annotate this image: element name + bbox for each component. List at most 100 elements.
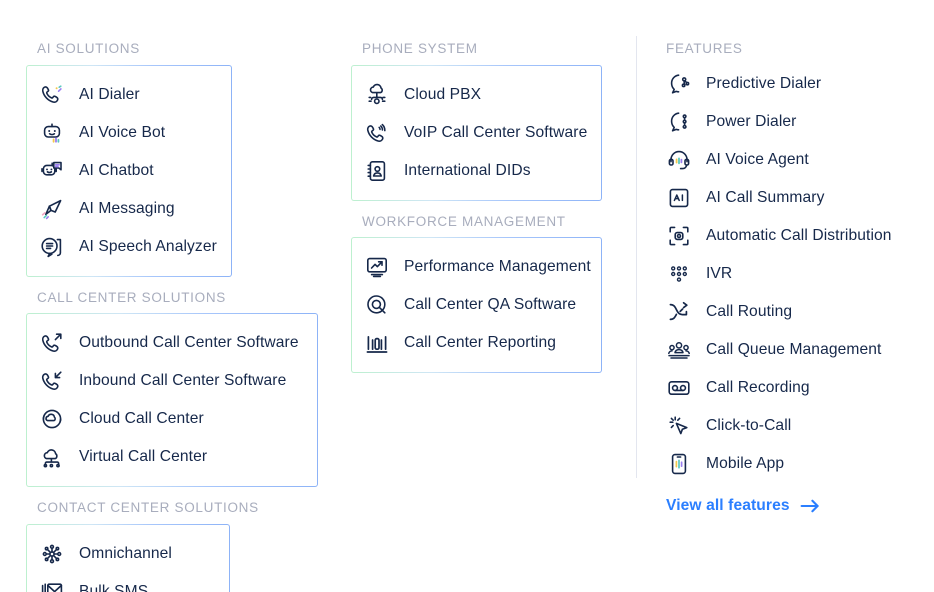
menu-item-international-dids[interactable]: International DIDs — [364, 152, 589, 190]
menu-item-outbound-call-center-software[interactable]: Outbound Call Center Software — [39, 324, 305, 362]
feature-item-ivr[interactable]: IVR — [666, 255, 920, 293]
voip-phone-icon — [364, 120, 390, 146]
feature-item-label: Call Routing — [706, 302, 793, 320]
menu-item-label: Call Center QA Software — [404, 296, 577, 314]
column-left: AI SOLUTIONS AI Dialer AI Voice Bot AI C… — [26, 0, 326, 592]
omnichannel-node-icon — [39, 541, 65, 567]
section-heading-call-center-solutions: CALL CENTER SOLUTIONS — [37, 289, 226, 305]
menu-item-label: Cloud Call Center — [79, 410, 204, 428]
menu-item-ai-messaging[interactable]: AI Messaging — [39, 190, 219, 228]
menu-item-label: AI Messaging — [79, 199, 175, 217]
section-heading-features: FEATURES — [666, 41, 743, 56]
voice-bot-icon — [39, 120, 65, 146]
menu-item-inbound-call-center-software[interactable]: Inbound Call Center Software — [39, 362, 305, 400]
feature-item-power-dialer[interactable]: Power Dialer — [666, 103, 920, 141]
card-contact-center-solutions: Omnichannel Bulk SMS — [26, 524, 230, 592]
features-list: Predictive Dialer Power Dialer AI Voice … — [666, 65, 920, 483]
column-right: FEATURES Predictive Dialer Power Dialer … — [650, 0, 920, 515]
envelope-stack-icon — [39, 579, 65, 592]
view-all-features-label: View all features — [666, 496, 790, 514]
feature-item-label: Call Queue Management — [706, 340, 882, 358]
feature-item-label: Mobile App — [706, 454, 785, 472]
menu-item-label: AI Dialer — [79, 85, 140, 103]
feature-item-mobile-app[interactable]: Mobile App — [666, 445, 920, 483]
feature-item-label: Predictive Dialer — [706, 74, 822, 92]
arrow-right-icon — [800, 498, 820, 514]
phone-inbound-icon — [39, 368, 65, 394]
section-heading-workforce-management: WORKFORCE MANAGEMENT — [362, 213, 566, 229]
chatbot-icon — [39, 158, 65, 184]
paper-plane-icon — [39, 196, 65, 222]
monitor-chart-icon — [364, 254, 390, 280]
menu-item-bulk-sms[interactable]: Bulk SMS — [39, 573, 217, 592]
menu-item-label: AI Chatbot — [79, 161, 154, 179]
menu-item-label: International DIDs — [404, 161, 531, 179]
feature-item-label: Automatic Call Distribution — [706, 226, 892, 244]
feature-item-label: Click-to-Call — [706, 416, 792, 434]
card-call-center-solutions: Outbound Call Center Software Inbound Ca… — [26, 313, 318, 487]
cloud-cycle-icon — [39, 406, 65, 432]
phone-ai-icon — [39, 82, 65, 108]
feature-item-label: IVR — [706, 264, 733, 282]
card-phone-system: Cloud PBX VoIP Call Center Software Inte… — [351, 65, 602, 201]
card-ai-solutions: AI Dialer AI Voice Bot AI Chatbot AI Mes… — [26, 65, 232, 277]
predictive-dialer-icon — [666, 71, 692, 97]
column-divider — [636, 36, 637, 478]
menu-item-ai-dialer[interactable]: AI Dialer — [39, 76, 219, 114]
ai-badge-icon — [666, 185, 692, 211]
column-middle: PHONE SYSTEM Cloud PBX VoIP Call Center … — [351, 0, 609, 373]
cursor-click-icon — [666, 413, 692, 439]
people-queue-icon — [666, 337, 692, 363]
feature-item-ai-voice-agent[interactable]: AI Voice Agent — [666, 141, 920, 179]
menu-item-label: Omnichannel — [79, 544, 172, 562]
feature-item-label: AI Voice Agent — [706, 150, 809, 168]
menu-item-label: Inbound Call Center Software — [79, 372, 287, 390]
menu-item-performance-management[interactable]: Performance Management — [364, 248, 591, 286]
headset-ai-icon — [666, 147, 692, 173]
routing-arrows-icon — [666, 299, 692, 325]
acd-target-icon — [666, 223, 692, 249]
menu-item-virtual-call-center[interactable]: Virtual Call Center — [39, 438, 305, 476]
menu-item-call-center-reporting[interactable]: Call Center Reporting — [364, 324, 589, 362]
feature-item-click-to-call[interactable]: Click-to-Call — [666, 407, 920, 445]
magnifier-check-icon — [364, 292, 390, 318]
feature-item-predictive-dialer[interactable]: Predictive Dialer — [666, 65, 920, 103]
section-heading-phone-system: PHONE SYSTEM — [362, 41, 478, 56]
menu-item-ai-speech-analyzer[interactable]: AI Speech Analyzer — [39, 228, 219, 266]
cassette-icon — [666, 375, 692, 401]
menu-item-label: Cloud PBX — [404, 85, 482, 103]
bar-chart-icon — [364, 330, 390, 356]
feature-item-call-recording[interactable]: Call Recording — [666, 369, 920, 407]
menu-item-label: Call Center Reporting — [404, 334, 557, 352]
power-dialer-icon — [666, 109, 692, 135]
contact-book-icon — [364, 158, 390, 184]
speech-document-icon — [39, 234, 65, 260]
feature-item-label: AI Call Summary — [706, 188, 825, 206]
menu-item-voip-call-center-software[interactable]: VoIP Call Center Software — [364, 114, 589, 152]
view-all-features-link[interactable]: View all features — [666, 497, 920, 515]
menu-item-label: Virtual Call Center — [79, 448, 208, 466]
feature-item-call-routing[interactable]: Call Routing — [666, 293, 920, 331]
menu-item-label: Outbound Call Center Software — [79, 334, 299, 352]
feature-item-ai-call-summary[interactable]: AI Call Summary — [666, 179, 920, 217]
menu-item-ai-voice-bot[interactable]: AI Voice Bot — [39, 114, 219, 152]
cloud-network-icon — [39, 444, 65, 470]
menu-item-call-center-qa-software[interactable]: Call Center QA Software — [364, 286, 589, 324]
feature-item-call-queue-management[interactable]: Call Queue Management — [666, 331, 920, 369]
section-heading-contact-center-solutions: CONTACT CENTER SOLUTIONS — [37, 500, 259, 515]
menu-item-omnichannel[interactable]: Omnichannel — [39, 535, 217, 573]
menu-item-label: Bulk SMS — [79, 582, 149, 592]
menu-item-cloud-call-center[interactable]: Cloud Call Center — [39, 400, 305, 438]
feature-item-automatic-call-distribution[interactable]: Automatic Call Distribution — [666, 217, 920, 255]
menu-item-label: AI Voice Bot — [79, 123, 166, 141]
cloud-pbx-icon — [364, 82, 390, 108]
phone-outbound-icon — [39, 330, 65, 356]
keypad-icon — [666, 261, 692, 287]
feature-item-label: Call Recording — [706, 378, 810, 396]
section-heading-ai-solutions: AI SOLUTIONS — [37, 41, 140, 56]
card-workforce-management: Performance Management Call Center QA So… — [351, 237, 602, 373]
feature-item-label: Power Dialer — [706, 112, 797, 130]
menu-item-label: Performance Management — [404, 258, 591, 276]
menu-item-ai-chatbot[interactable]: AI Chatbot — [39, 152, 219, 190]
menu-item-cloud-pbx[interactable]: Cloud PBX — [364, 76, 589, 114]
